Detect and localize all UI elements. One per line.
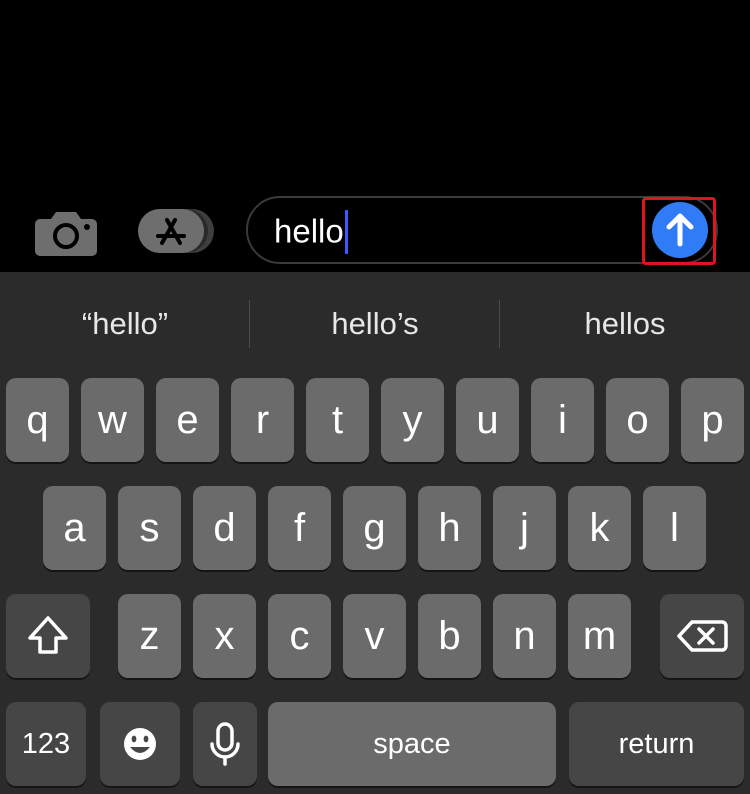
- keyboard: “hello” hello’s hellos q w e r t y u i o…: [0, 272, 750, 794]
- key-i[interactable]: i: [531, 378, 594, 462]
- apps-button[interactable]: [138, 207, 216, 255]
- key-v[interactable]: v: [343, 594, 406, 678]
- send-button[interactable]: [652, 202, 708, 258]
- key-n[interactable]: n: [493, 594, 556, 678]
- emoji-key[interactable]: [100, 702, 180, 786]
- key-g[interactable]: g: [343, 486, 406, 570]
- dictation-key[interactable]: [193, 702, 257, 786]
- key-z[interactable]: z: [118, 594, 181, 678]
- text-cursor: [344, 210, 348, 254]
- key-a[interactable]: a: [43, 486, 106, 570]
- camera-icon: [35, 212, 97, 256]
- camera-button[interactable]: [34, 208, 98, 256]
- key-c[interactable]: c: [268, 594, 331, 678]
- emoji-face-icon: [124, 728, 156, 760]
- delete-backspace-icon: [677, 620, 728, 652]
- key-r[interactable]: r: [231, 378, 294, 462]
- predictive-bar: “hello” hello’s hellos: [0, 272, 750, 372]
- key-s[interactable]: s: [118, 486, 181, 570]
- shift-key[interactable]: [6, 594, 90, 678]
- suggestion-1[interactable]: “hello”: [0, 272, 250, 372]
- key-p[interactable]: p: [681, 378, 744, 462]
- key-l[interactable]: l: [643, 486, 706, 570]
- key-w[interactable]: w: [81, 378, 144, 462]
- message-text: hello: [274, 210, 348, 256]
- key-u[interactable]: u: [456, 378, 519, 462]
- key-o[interactable]: o: [606, 378, 669, 462]
- key-e[interactable]: e: [156, 378, 219, 462]
- microphone-icon: [210, 722, 240, 766]
- app-store-icon: [138, 209, 214, 253]
- numbers-key[interactable]: 123: [6, 702, 86, 786]
- key-x[interactable]: x: [193, 594, 256, 678]
- key-t[interactable]: t: [306, 378, 369, 462]
- message-composer: hello: [0, 190, 750, 272]
- key-k[interactable]: k: [568, 486, 631, 570]
- key-f[interactable]: f: [268, 486, 331, 570]
- message-value: hello: [274, 212, 344, 250]
- key-d[interactable]: d: [193, 486, 256, 570]
- arrow-up-icon: [666, 213, 694, 247]
- shift-arrow-icon: [28, 616, 68, 654]
- suggestion-2[interactable]: hello’s: [250, 272, 500, 372]
- suggestion-3[interactable]: hellos: [500, 272, 750, 372]
- return-key[interactable]: return: [569, 702, 744, 786]
- key-h[interactable]: h: [418, 486, 481, 570]
- delete-key[interactable]: [660, 594, 744, 678]
- space-key[interactable]: space: [268, 702, 556, 786]
- key-b[interactable]: b: [418, 594, 481, 678]
- key-m[interactable]: m: [568, 594, 631, 678]
- key-q[interactable]: q: [6, 378, 69, 462]
- key-j[interactable]: j: [493, 486, 556, 570]
- key-y[interactable]: y: [381, 378, 444, 462]
